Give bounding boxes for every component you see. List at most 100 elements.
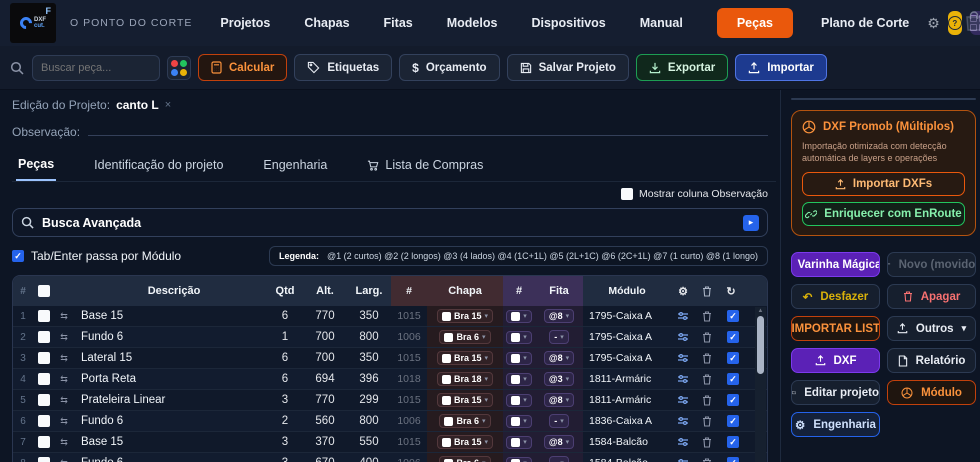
- project-tab[interactable]: Peças: [16, 153, 57, 181]
- header-qtd[interactable]: Qtd: [267, 276, 303, 306]
- row-active-checkbox[interactable]: ✓: [727, 457, 739, 462]
- qtd-cell[interactable]: 3: [267, 453, 303, 462]
- alt-cell[interactable]: 700: [303, 327, 347, 347]
- modulo-cell[interactable]: 1584-Balcão: [583, 453, 671, 462]
- mostrar-observacao-checkbox[interactable]: [621, 188, 634, 200]
- nav-pecas-button[interactable]: Peças: [716, 8, 793, 38]
- header-fita[interactable]: Fita: [535, 276, 583, 306]
- modulo-cell[interactable]: 1811-Armáric: [583, 369, 671, 389]
- fita-color-select[interactable]: ▾: [506, 414, 532, 428]
- row-trash-icon[interactable]: [695, 411, 719, 431]
- chapa-select[interactable]: Bra 6 ▾: [439, 456, 491, 462]
- project-tab[interactable]: Identificação do projeto: [92, 153, 225, 181]
- search-input[interactable]: [32, 54, 160, 81]
- chapa-select[interactable]: Bra 6 ▾: [439, 330, 491, 344]
- importar-dxfs-button[interactable]: Importar DXFs: [802, 172, 965, 197]
- fita-color-select[interactable]: ▾: [506, 372, 532, 386]
- header-modulo[interactable]: Módulo: [583, 276, 671, 306]
- header-chapa[interactable]: Chapa: [427, 276, 503, 306]
- header-alt[interactable]: Alt.: [303, 276, 347, 306]
- alt-cell[interactable]: 770: [303, 390, 347, 410]
- qtd-cell[interactable]: 3: [267, 390, 303, 410]
- row-active-checkbox[interactable]: ✓: [727, 310, 739, 322]
- nav-projetos[interactable]: Projetos: [220, 16, 270, 30]
- larg-cell[interactable]: 396: [347, 369, 391, 389]
- drag-handle-icon[interactable]: ⇆: [55, 348, 73, 368]
- fita-select[interactable]: - ▾: [549, 414, 569, 428]
- descricao-cell[interactable]: Fundo 6: [73, 411, 267, 431]
- descricao-cell[interactable]: Fundo 6: [73, 453, 267, 462]
- modulo-cell[interactable]: 1795-Caixa A: [583, 348, 671, 368]
- table-row[interactable]: 5 ⇆ Prateleira Linear 3 770 299 1015 Bra…: [13, 390, 767, 411]
- qtd-cell[interactable]: 6: [267, 306, 303, 326]
- table-scrollbar[interactable]: ▲ ▼: [755, 307, 766, 462]
- fita-select[interactable]: - ▾: [549, 330, 569, 344]
- row-select-checkbox[interactable]: [38, 457, 50, 462]
- larg-cell[interactable]: 550: [347, 432, 391, 452]
- fita-color-select[interactable]: ▾: [506, 330, 532, 344]
- table-row[interactable]: 2 ⇆ Fundo 6 1 700 800 1006 Bra 6 ▾ ▾ - ▾: [13, 327, 767, 348]
- header-trash-icon[interactable]: [695, 276, 719, 306]
- qtd-cell[interactable]: 3: [267, 432, 303, 452]
- larg-cell[interactable]: 800: [347, 327, 391, 347]
- row-select-checkbox[interactable]: [38, 394, 50, 406]
- header-larg[interactable]: Larg.: [347, 276, 391, 306]
- drag-handle-icon[interactable]: ⇆: [55, 327, 73, 347]
- descricao-cell[interactable]: Lateral 15: [73, 348, 267, 368]
- row-select-checkbox[interactable]: [38, 331, 50, 343]
- fita-select[interactable]: @8 ▾: [543, 351, 575, 365]
- fita-select[interactable]: @8 ▾: [543, 309, 575, 323]
- descricao-cell[interactable]: Fundo 6: [73, 327, 267, 347]
- edge-settings-icon[interactable]: [671, 390, 695, 410]
- bag-icon[interactable]: [964, 10, 980, 32]
- fita-color-select[interactable]: ▾: [506, 456, 532, 462]
- row-trash-icon[interactable]: [695, 306, 719, 326]
- modulo-cell[interactable]: 1811-Armáric: [583, 390, 671, 410]
- nav-fitas[interactable]: Fitas: [384, 16, 413, 30]
- relatorio-button[interactable]: Relatório: [887, 348, 976, 374]
- expand-search-button[interactable]: ▸: [743, 214, 759, 231]
- row-trash-icon[interactable]: [695, 369, 719, 389]
- color-dots-button[interactable]: [167, 55, 191, 80]
- row-active-checkbox[interactable]: ✓: [727, 415, 739, 427]
- edge-settings-icon[interactable]: [671, 348, 695, 368]
- row-active-checkbox[interactable]: ✓: [727, 373, 739, 385]
- descricao-cell[interactable]: Base 15: [73, 306, 267, 326]
- larg-cell[interactable]: 299: [347, 390, 391, 410]
- calcular-button[interactable]: Calcular: [198, 54, 288, 81]
- alt-cell[interactable]: 670: [303, 453, 347, 462]
- salvar-projeto-button[interactable]: Salvar Projeto: [506, 54, 629, 81]
- table-row[interactable]: 4 ⇆ Porta Reta 6 694 396 1018 Bra 18 ▾ ▾…: [13, 369, 767, 390]
- drag-handle-icon[interactable]: ⇆: [55, 411, 73, 431]
- row-trash-icon[interactable]: [695, 390, 719, 410]
- drag-handle-icon[interactable]: ⇆: [55, 306, 73, 326]
- minimizar-button[interactable]: — Minimizar: [791, 98, 976, 100]
- alt-cell[interactable]: 700: [303, 348, 347, 368]
- edge-settings-icon[interactable]: [671, 369, 695, 389]
- row-select-checkbox[interactable]: [38, 310, 50, 322]
- row-active-checkbox[interactable]: ✓: [727, 352, 739, 364]
- nav-plano-de-corte[interactable]: Plano de Corte: [821, 16, 909, 30]
- header-fita-num[interactable]: #: [503, 276, 535, 306]
- descricao-cell[interactable]: Porta Reta: [73, 369, 267, 389]
- edge-settings-icon[interactable]: [671, 432, 695, 452]
- modulo-cell[interactable]: 1795-Caixa A: [583, 327, 671, 347]
- header-gear-icon[interactable]: ⚙: [671, 276, 695, 306]
- nav-dispositivos[interactable]: Dispositivos: [531, 16, 605, 30]
- table-row[interactable]: 3 ⇆ Lateral 15 6 700 350 1015 Bra 15 ▾ ▾…: [13, 348, 767, 369]
- chapa-select[interactable]: Bra 15 ▾: [436, 435, 494, 449]
- dxf-button[interactable]: DXF: [791, 348, 880, 374]
- table-row[interactable]: 1 ⇆ Base 15 6 770 350 1015 Bra 15 ▾ ▾ @8…: [13, 306, 767, 327]
- modulo-button[interactable]: Módulo: [887, 380, 976, 406]
- apagar-button[interactable]: Apagar: [887, 284, 976, 310]
- header-refresh-icon[interactable]: ↻: [719, 276, 743, 306]
- scrollbar-thumb[interactable]: [757, 316, 764, 374]
- fita-select[interactable]: @8 ▾: [543, 393, 575, 407]
- modulo-cell[interactable]: 1836-Caixa A: [583, 411, 671, 431]
- fita-select[interactable]: @8 ▾: [543, 435, 575, 449]
- chapa-select[interactable]: Bra 15 ▾: [436, 393, 494, 407]
- edge-settings-icon[interactable]: [671, 327, 695, 347]
- settings-gear-icon[interactable]: ⚙: [927, 12, 940, 34]
- qtd-cell[interactable]: 2: [267, 411, 303, 431]
- row-select-checkbox[interactable]: [38, 352, 50, 364]
